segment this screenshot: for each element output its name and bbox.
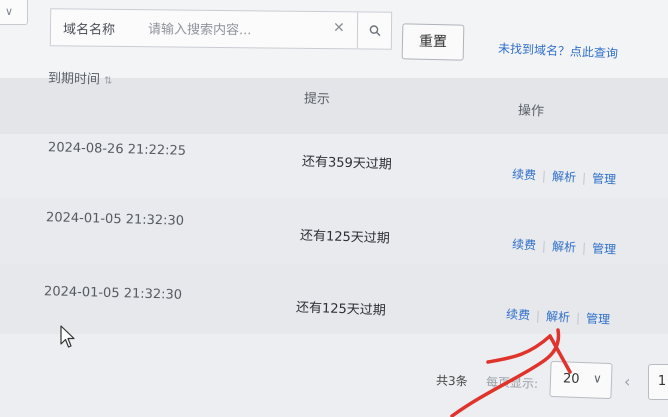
divider: | — [541, 168, 547, 184]
column-header-expire-label: 到期时间 — [47, 71, 101, 88]
search-button[interactable] — [356, 12, 393, 49]
column-header-ops: 操作 — [517, 103, 545, 120]
row-actions: 续费 | 解析 | 管理 — [512, 165, 617, 187]
search-icon — [369, 25, 381, 37]
expire-date: 2024-01-05 21:32:30 — [45, 210, 185, 229]
row-actions: 续费 | 解析 | 管理 — [512, 235, 617, 257]
chevron-down-icon: ∨ — [5, 5, 14, 18]
manage-link[interactable]: 管理 — [586, 311, 611, 326]
search-group: 域名名称 ✕ — [49, 8, 393, 50]
close-icon[interactable]: ✕ — [333, 20, 345, 36]
expire-tip: 还有359天过期 — [301, 154, 392, 173]
renew-link[interactable]: 续费 — [512, 167, 537, 182]
manage-link[interactable]: 管理 — [592, 171, 617, 186]
column-header-expire[interactable]: 到期时间 ⇅ — [48, 67, 113, 88]
chevron-down-icon: ∨ — [592, 371, 603, 386]
mouse-cursor-icon — [60, 325, 75, 348]
column-header-tip: 提示 — [303, 91, 331, 108]
divider: | — [581, 170, 587, 186]
reset-button[interactable]: 重置 — [401, 23, 465, 61]
search-field-label: 域名名称 — [62, 22, 116, 38]
dns-link[interactable]: 解析 — [552, 239, 577, 254]
renew-link[interactable]: 续费 — [512, 237, 537, 252]
prev-page-button[interactable]: ‹ — [624, 372, 630, 391]
expire-tip: 还有125天过期 — [299, 228, 390, 247]
page-number-button[interactable]: 1 — [648, 364, 668, 400]
expire-date: 2024-01-05 21:32:30 — [43, 284, 183, 303]
dns-link[interactable]: 解析 — [552, 169, 577, 184]
filter-dropdown[interactable]: ∨ — [0, 0, 28, 25]
sort-icon[interactable]: ⇅ — [104, 76, 113, 87]
annotation-arrow-icon — [450, 328, 572, 417]
table-row: 2024-08-26 21:22:25 还有359天过期 续费 | 解析 | 管理 — [0, 134, 668, 199]
divider: | — [541, 238, 547, 254]
expire-tip: 还有125天过期 — [295, 300, 386, 319]
manage-link[interactable]: 管理 — [592, 241, 617, 256]
divider: | — [581, 240, 587, 256]
table-row: 2024-01-05 21:32:30 还有125天过期 续费 | 解析 | 管理 — [0, 198, 668, 265]
expire-date: 2024-08-26 21:22:25 — [47, 140, 187, 159]
